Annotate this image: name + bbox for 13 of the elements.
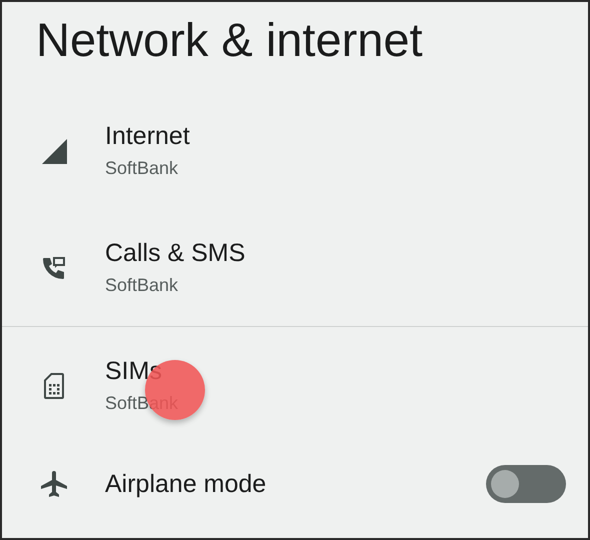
toggle-switch[interactable] (486, 465, 566, 503)
settings-item[interactable]: Internet SoftBank (2, 92, 588, 209)
airplane-icon (40, 470, 68, 498)
sim-card-icon (43, 372, 65, 400)
page-title: Network & internet (35, 12, 424, 68)
signal-icon (40, 136, 68, 164)
item-title: Internet (105, 121, 191, 152)
item-summary: SoftBank (105, 157, 180, 180)
phone-message-icon (41, 254, 67, 280)
settings-item[interactable]: Calls & SMS SoftBank (2, 209, 588, 326)
item-title: Calls & SMS (105, 238, 246, 269)
item-title: Airplane mode (105, 469, 268, 500)
item-summary: SoftBank (105, 274, 180, 297)
